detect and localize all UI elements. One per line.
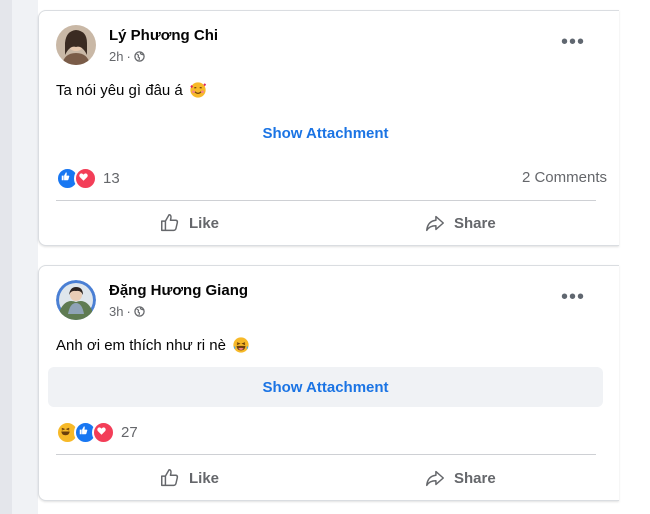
divider [56, 200, 596, 201]
share-label: Share [454, 214, 496, 232]
share-label: Share [454, 469, 496, 487]
share-arrow-icon [426, 215, 444, 232]
post-text: Anh ơi em thích như ri nè [56, 336, 250, 354]
post-card: Lý Phương Chi 2h · ••• Ta nói yêu gì đâu… [38, 10, 619, 246]
left-gutter [0, 0, 12, 514]
author-name[interactable]: Lý Phương Chi [109, 27, 218, 44]
thumbs-up-icon [161, 469, 179, 487]
thumbs-up-icon [161, 214, 179, 232]
post-text: Ta nói yêu gì đâu á [56, 81, 207, 99]
show-attachment-button[interactable]: Show Attachment [48, 367, 603, 407]
avatar[interactable] [56, 280, 96, 320]
meta-separator: · [126, 49, 131, 64]
reaction-count[interactable]: 27 [121, 424, 138, 441]
globe-icon [134, 51, 145, 62]
more-options-button[interactable]: ••• [561, 32, 585, 52]
avatar[interactable] [56, 25, 96, 65]
like-button[interactable]: Like [159, 206, 219, 240]
author-name[interactable]: Đặng Hương Giang [109, 282, 248, 299]
like-label: Like [189, 469, 220, 487]
globe-icon [134, 306, 145, 317]
show-attachment-button[interactable]: Show Attachment [48, 113, 603, 153]
reaction-count[interactable]: 13 [103, 170, 120, 187]
reaction-summary[interactable]: 27 [56, 421, 138, 444]
divider [56, 454, 596, 455]
laughing-face-icon [233, 337, 249, 353]
meta-separator: · [126, 304, 131, 319]
share-arrow-icon [426, 470, 444, 487]
smiling-face-with-hearts-icon [190, 82, 206, 98]
reaction-summary[interactable]: 13 [56, 167, 120, 190]
share-button[interactable]: Share [424, 461, 496, 495]
like-button[interactable]: Like [159, 461, 219, 495]
like-label: Like [189, 214, 220, 232]
love-reaction-icon [92, 421, 115, 444]
more-options-button[interactable]: ••• [561, 287, 585, 307]
post-meta: 2h · [109, 49, 145, 64]
share-button[interactable]: Share [424, 206, 496, 240]
post-meta: 3h · [109, 304, 145, 319]
comments-count[interactable]: 2 Comments [522, 169, 607, 186]
feed-background [12, 0, 38, 514]
post-time[interactable]: 2h [109, 49, 123, 64]
post-time[interactable]: 3h [109, 304, 123, 319]
post-card: Đặng Hương Giang 3h · ••• Anh ơi em thíc… [38, 265, 619, 501]
love-reaction-icon [74, 167, 97, 190]
post-text-content: Anh ơi em thích như ri nè [56, 336, 226, 354]
post-text-content: Ta nói yêu gì đâu á [56, 81, 183, 99]
